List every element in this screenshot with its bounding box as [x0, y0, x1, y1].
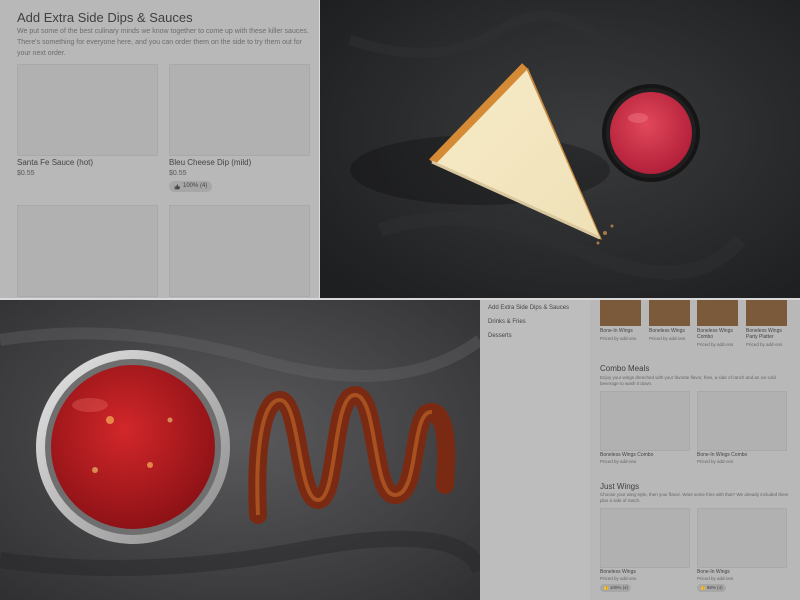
item-price-note: Priced by add-ons	[746, 342, 783, 347]
bone-in-wings-image[interactable]	[697, 508, 787, 568]
thumbs-up-icon: 👍	[603, 585, 609, 590]
rating-badge: 100% (4)	[169, 181, 213, 192]
sidebar-item-drinks-fries[interactable]: Drinks & Fries	[488, 319, 526, 325]
rating-text: 100% (4)	[609, 585, 629, 590]
menu-page-panel: Add Extra Side Dips & Sauces Drinks & Fr…	[480, 300, 800, 600]
item-name[interactable]: Bone-In Wings	[600, 328, 633, 334]
item-price-note: Priced by add-ons	[600, 576, 637, 581]
item-price-note: Priced by add-ons	[697, 459, 734, 464]
item-name[interactable]: Boneless Wings	[649, 328, 685, 334]
sidebar-item-dips-sauces[interactable]: Add Extra Side Dips & Sauces	[488, 305, 569, 311]
item-name[interactable]: Boneless Wings Party Platter	[746, 328, 791, 340]
santa-fe-sauce-name[interactable]: Santa Fe Sauce (hot)	[17, 158, 93, 167]
menu-item-image[interactable]	[169, 205, 310, 297]
sidebar-item-desserts[interactable]: Desserts	[488, 333, 512, 339]
item-name[interactable]: Bone-In Wings	[697, 569, 730, 575]
rating-badge: 👍 98% (4)	[697, 584, 726, 592]
just-wings-heading: Just Wings	[600, 482, 640, 491]
bleu-cheese-dip-price: $0.55	[169, 170, 187, 177]
rating-text: 98% (4)	[706, 585, 723, 590]
combo-meals-description: Enjoy your wings drenched with your favo…	[600, 375, 776, 386]
item-name[interactable]: Boneless Wings Combo	[600, 452, 653, 458]
strawberry-sauce-cup	[602, 84, 700, 182]
rating-badge: 👍 100% (4)	[600, 584, 632, 592]
boneless-wings-combo-thumbnail[interactable]	[697, 300, 738, 326]
sauce-illustration	[0, 300, 480, 600]
item-price-note: Priced by add-ons	[697, 576, 734, 581]
section-description: We put some of the best culinary minds w…	[17, 28, 309, 57]
thumbs-up-icon: 👍	[700, 585, 706, 590]
thumbs-up-icon	[174, 183, 180, 189]
section-title: Add Extra Side Dips & Sauces	[17, 10, 193, 25]
boneless-wings-image[interactable]	[600, 508, 690, 568]
just-wings-description: Choose your wing style, then your flavor…	[600, 492, 789, 503]
combo-meals-heading: Combo Meals	[600, 364, 650, 373]
item-name[interactable]: Boneless Wings Combo	[697, 328, 742, 340]
bleu-cheese-dip-image[interactable]	[169, 64, 310, 156]
item-price-note: Priced by add-ons	[697, 342, 734, 347]
cheesecake-illustration	[320, 0, 800, 298]
boneless-wings-combo-image[interactable]	[600, 391, 690, 451]
santa-fe-sauce-image[interactable]	[17, 64, 158, 156]
boneless-wings-thumbnail[interactable]	[649, 300, 690, 326]
item-name[interactable]: Bone-In Wings Combo	[697, 452, 747, 458]
santa-fe-sauce-price: $0.55	[17, 170, 35, 177]
sauce-ramekin	[36, 350, 230, 544]
bone-in-wings-thumbnail[interactable]	[600, 300, 641, 326]
item-price-note: Priced by add-ons	[600, 459, 637, 464]
rating-text: 100% (4)	[183, 183, 208, 189]
party-platter-thumbnail[interactable]	[746, 300, 787, 326]
sauces-menu-panel: Add Extra Side Dips & Sauces We put some…	[0, 0, 320, 298]
item-price-note: Priced by add-ons	[600, 336, 637, 341]
sweet-chili-sauce-photo	[0, 300, 480, 600]
bone-in-wings-combo-image[interactable]	[697, 391, 787, 451]
menu-item-image[interactable]	[17, 205, 158, 297]
cheesecake-photo	[320, 0, 800, 298]
item-price-note: Priced by add-ons	[649, 336, 686, 341]
bleu-cheese-dip-name[interactable]: Bleu Cheese Dip (mild)	[169, 158, 251, 167]
category-sidebar: Add Extra Side Dips & Sauces Drinks & Fr…	[480, 300, 590, 600]
item-name[interactable]: Boneless Wings	[600, 569, 636, 575]
